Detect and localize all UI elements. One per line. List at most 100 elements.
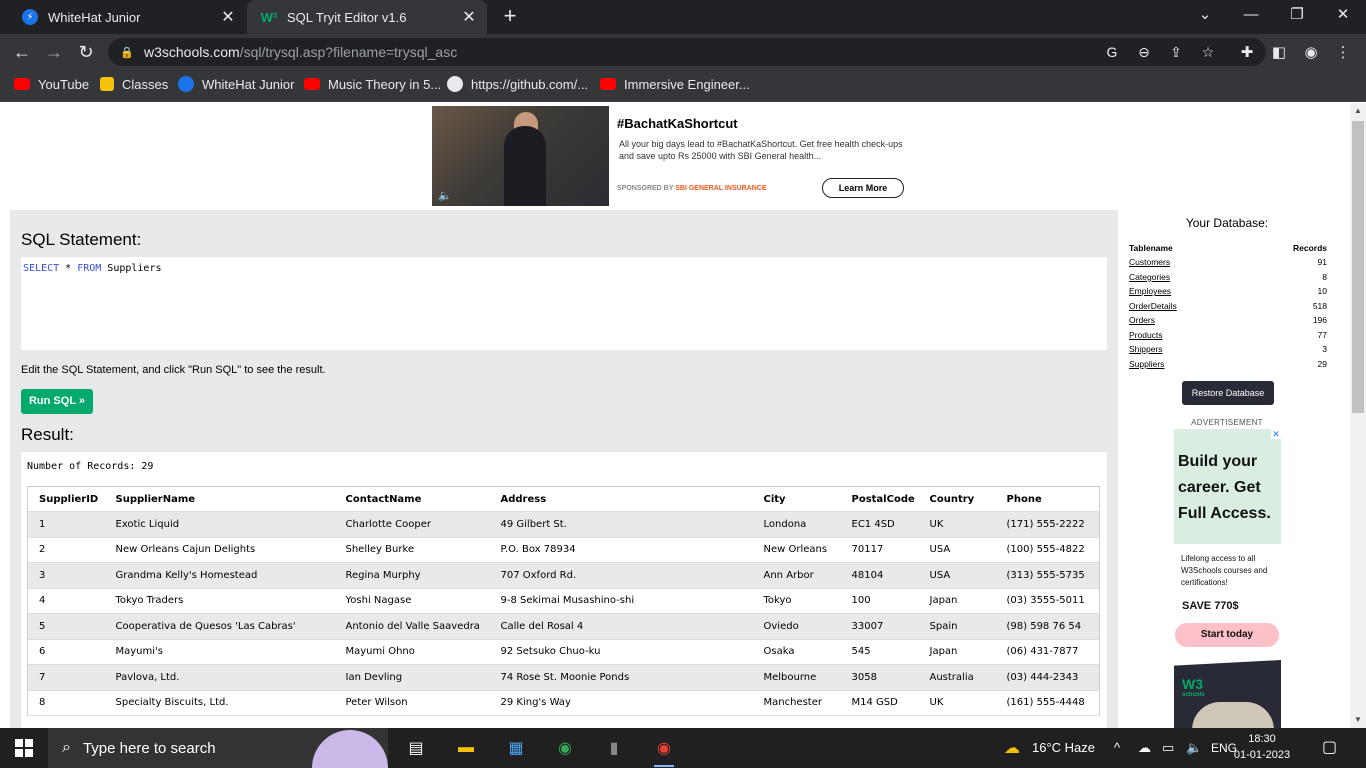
tab-title: SQL Tryit Editor v1.6 — [287, 9, 407, 25]
table-cell: Charlotte Cooper — [334, 511, 490, 538]
close-icon[interactable]: ✕ — [459, 7, 479, 27]
record-count-cell: 518 — [1312, 300, 1327, 311]
learn-more-button[interactable]: Learn More — [822, 178, 904, 198]
table-row: 1 Exotic Liquid Charlotte Cooper 49 Gilbert… — [27, 511, 1100, 538]
bookmark-star-icon[interactable]: ☆ — [1198, 42, 1218, 62]
task-view-icon[interactable]: ▤ — [404, 736, 428, 760]
table-cell: Manchester — [752, 690, 841, 716]
restore-button[interactable]: ❐ — [1274, 0, 1320, 30]
table-link-employees[interactable]: Employees — [1129, 286, 1171, 296]
bookmark-whitehat[interactable]: WhiteHat Junior — [178, 70, 294, 98]
chrome-active-icon[interactable]: ◉ — [652, 736, 676, 767]
table-cell: 707 Oxford Rd. — [489, 562, 753, 589]
table-header-row: Tablename Records — [1129, 241, 1327, 255]
scrollbar-thumb[interactable] — [1352, 121, 1364, 413]
table-row: 6 Mayumi's Mayumi Ohno 92 Setsuko Chuo-ku Os… — [27, 639, 1100, 665]
scroll-down-icon[interactable]: ▼ — [1350, 712, 1366, 728]
start-today-button[interactable]: Start today — [1175, 623, 1279, 647]
bookmark-immersive[interactable]: Immersive Engineer... — [600, 70, 750, 98]
side-advertisement[interactable]: ✕ Build your career. Get Full Access. Li… — [1174, 429, 1281, 661]
bookmark-classes[interactable]: Classes — [100, 70, 168, 98]
ad-close-icon[interactable]: ✕ — [1271, 429, 1281, 439]
weather-text[interactable]: 16°C Haze — [1032, 728, 1095, 768]
table-cell: Spain — [918, 613, 996, 640]
close-window-button[interactable]: ✕ — [1320, 0, 1366, 30]
bookmark-label: YouTube — [38, 76, 90, 92]
table-link-orders[interactable]: Orders — [1129, 315, 1155, 325]
onedrive-icon[interactable]: ☁ — [1138, 728, 1151, 768]
table-link-orderdetails[interactable]: OrderDetails — [1129, 301, 1177, 311]
microsoft-store-icon[interactable]: ▦ — [504, 736, 528, 760]
extensions-icon[interactable]: ✚ — [1236, 42, 1258, 64]
table-link-customers[interactable]: Customers — [1129, 257, 1170, 267]
mute-icon[interactable]: 🔈 — [438, 189, 452, 202]
advertisement-label: ADVERTISEMENT — [1191, 418, 1263, 427]
notifications-icon[interactable]: ▢ — [1322, 728, 1337, 768]
table-cell: Oviedo — [752, 613, 841, 640]
side-advertisement-2[interactable]: W3 schools — [1174, 660, 1281, 728]
restore-database-button[interactable]: Restore Database — [1182, 381, 1274, 405]
run-sql-button[interactable]: Run SQL » — [21, 389, 93, 414]
table-cell: Grandma Kelly's Homestead — [104, 562, 335, 589]
table-cell: 70117 — [840, 537, 919, 563]
ad-video-thumbnail[interactable]: 🔈 — [432, 106, 609, 206]
network-icon[interactable]: ▭ — [1162, 728, 1174, 768]
tab-whitehat[interactable]: ⚡ WhiteHat Junior ✕ — [8, 0, 246, 34]
show-hidden-icons[interactable]: ^ — [1114, 728, 1120, 768]
table-link-suppliers[interactable]: Suppliers — [1129, 359, 1164, 369]
result-table: SupplierID SupplierName ContactName Addr… — [27, 486, 1100, 716]
table-cell: Mayumi Ohno — [334, 639, 490, 665]
menu-icon[interactable]: ⋮ — [1332, 42, 1354, 64]
w3schools-favicon-icon: W³ — [260, 9, 278, 25]
reload-icon[interactable]: ↻ — [74, 40, 98, 64]
weather-icon[interactable]: ☁ — [998, 736, 1026, 760]
top-advertisement[interactable]: 🔈 #BachatKaShortcut All your big days le… — [432, 106, 912, 206]
google-icon[interactable]: G — [1102, 42, 1122, 62]
table-cell: Exotic Liquid — [104, 511, 335, 538]
zoom-icon[interactable]: ⊖ — [1134, 42, 1154, 62]
close-icon[interactable]: ✕ — [218, 7, 238, 27]
mouse-app-icon[interactable]: ▮ — [602, 736, 626, 760]
youtube-icon — [14, 78, 30, 90]
file-explorer-icon[interactable]: ▬ — [454, 736, 478, 760]
table-cell: USA — [918, 562, 996, 589]
scroll-up-icon[interactable]: ▲ — [1350, 103, 1366, 119]
windows-taskbar: ⌕ Type here to search ▤ ▬ ▦ ◉ ▮ ◉ ☁ 16°C… — [0, 728, 1366, 768]
table-link-products[interactable]: Products — [1129, 330, 1163, 340]
table-cell: Yoshi Nagase — [334, 588, 490, 614]
table-link-categories[interactable]: Categories — [1129, 272, 1170, 282]
lock-icon[interactable]: 🔒 — [120, 46, 134, 59]
back-icon[interactable]: ← — [10, 40, 34, 64]
ad-sponsor: SPONSORED BY SBI GENERAL INSURANCE — [617, 185, 767, 192]
chrome-icon[interactable]: ◉ — [553, 736, 577, 760]
taskbar-search[interactable]: ⌕ Type here to search — [48, 728, 388, 768]
bookmark-music-theory[interactable]: Music Theory in 5... — [304, 70, 441, 98]
table-row: 7 Pavlova, Ltd. Ian Devling 74 Rose St. Moo… — [27, 664, 1100, 691]
share-icon[interactable]: ⇪ — [1166, 42, 1186, 62]
bookmark-youtube[interactable]: YouTube — [14, 70, 89, 98]
ad-person-body — [504, 126, 546, 206]
bookmark-github[interactable]: https://github.com/... — [447, 70, 588, 98]
sql-code-editor[interactable]: SELECT * FROM Suppliers — [21, 257, 1107, 350]
table-cell: 3 — [27, 562, 105, 589]
windows-start-icon[interactable] — [15, 739, 33, 757]
address-bar[interactable]: 🔒 w3schools.com/sql/trysql.asp?filename=… — [108, 38, 1266, 66]
database-row: OrderDetails 518 — [1129, 299, 1327, 314]
table-cell: UK — [918, 690, 996, 716]
table-link-shippers[interactable]: Shippers — [1129, 344, 1163, 354]
profile-avatar[interactable]: ◉ — [1300, 42, 1322, 64]
table-cell: 8 — [27, 690, 105, 716]
new-tab-button[interactable]: + — [498, 4, 522, 28]
table-cell: Tokyo — [752, 588, 841, 614]
record-count-cell: 8 — [1322, 271, 1327, 282]
side-panel-icon[interactable]: ◧ — [1268, 42, 1290, 64]
table-cell: Calle del Rosal 4 — [489, 613, 753, 640]
volume-icon[interactable]: 🔈 — [1186, 728, 1202, 768]
forward-icon[interactable]: → — [42, 40, 66, 64]
minimize-button[interactable]: — — [1228, 0, 1274, 30]
table-name-cell: Orders — [1129, 313, 1245, 328]
tab-search-chevron-icon[interactable]: ⌄ — [1182, 0, 1228, 30]
page-scrollbar[interactable]: ▲ ▼ — [1350, 103, 1366, 728]
system-clock[interactable]: 18:30 01-01-2023 — [1232, 731, 1292, 763]
tab-sql-tryit[interactable]: W³ SQL Tryit Editor v1.6 ✕ — [247, 0, 487, 34]
